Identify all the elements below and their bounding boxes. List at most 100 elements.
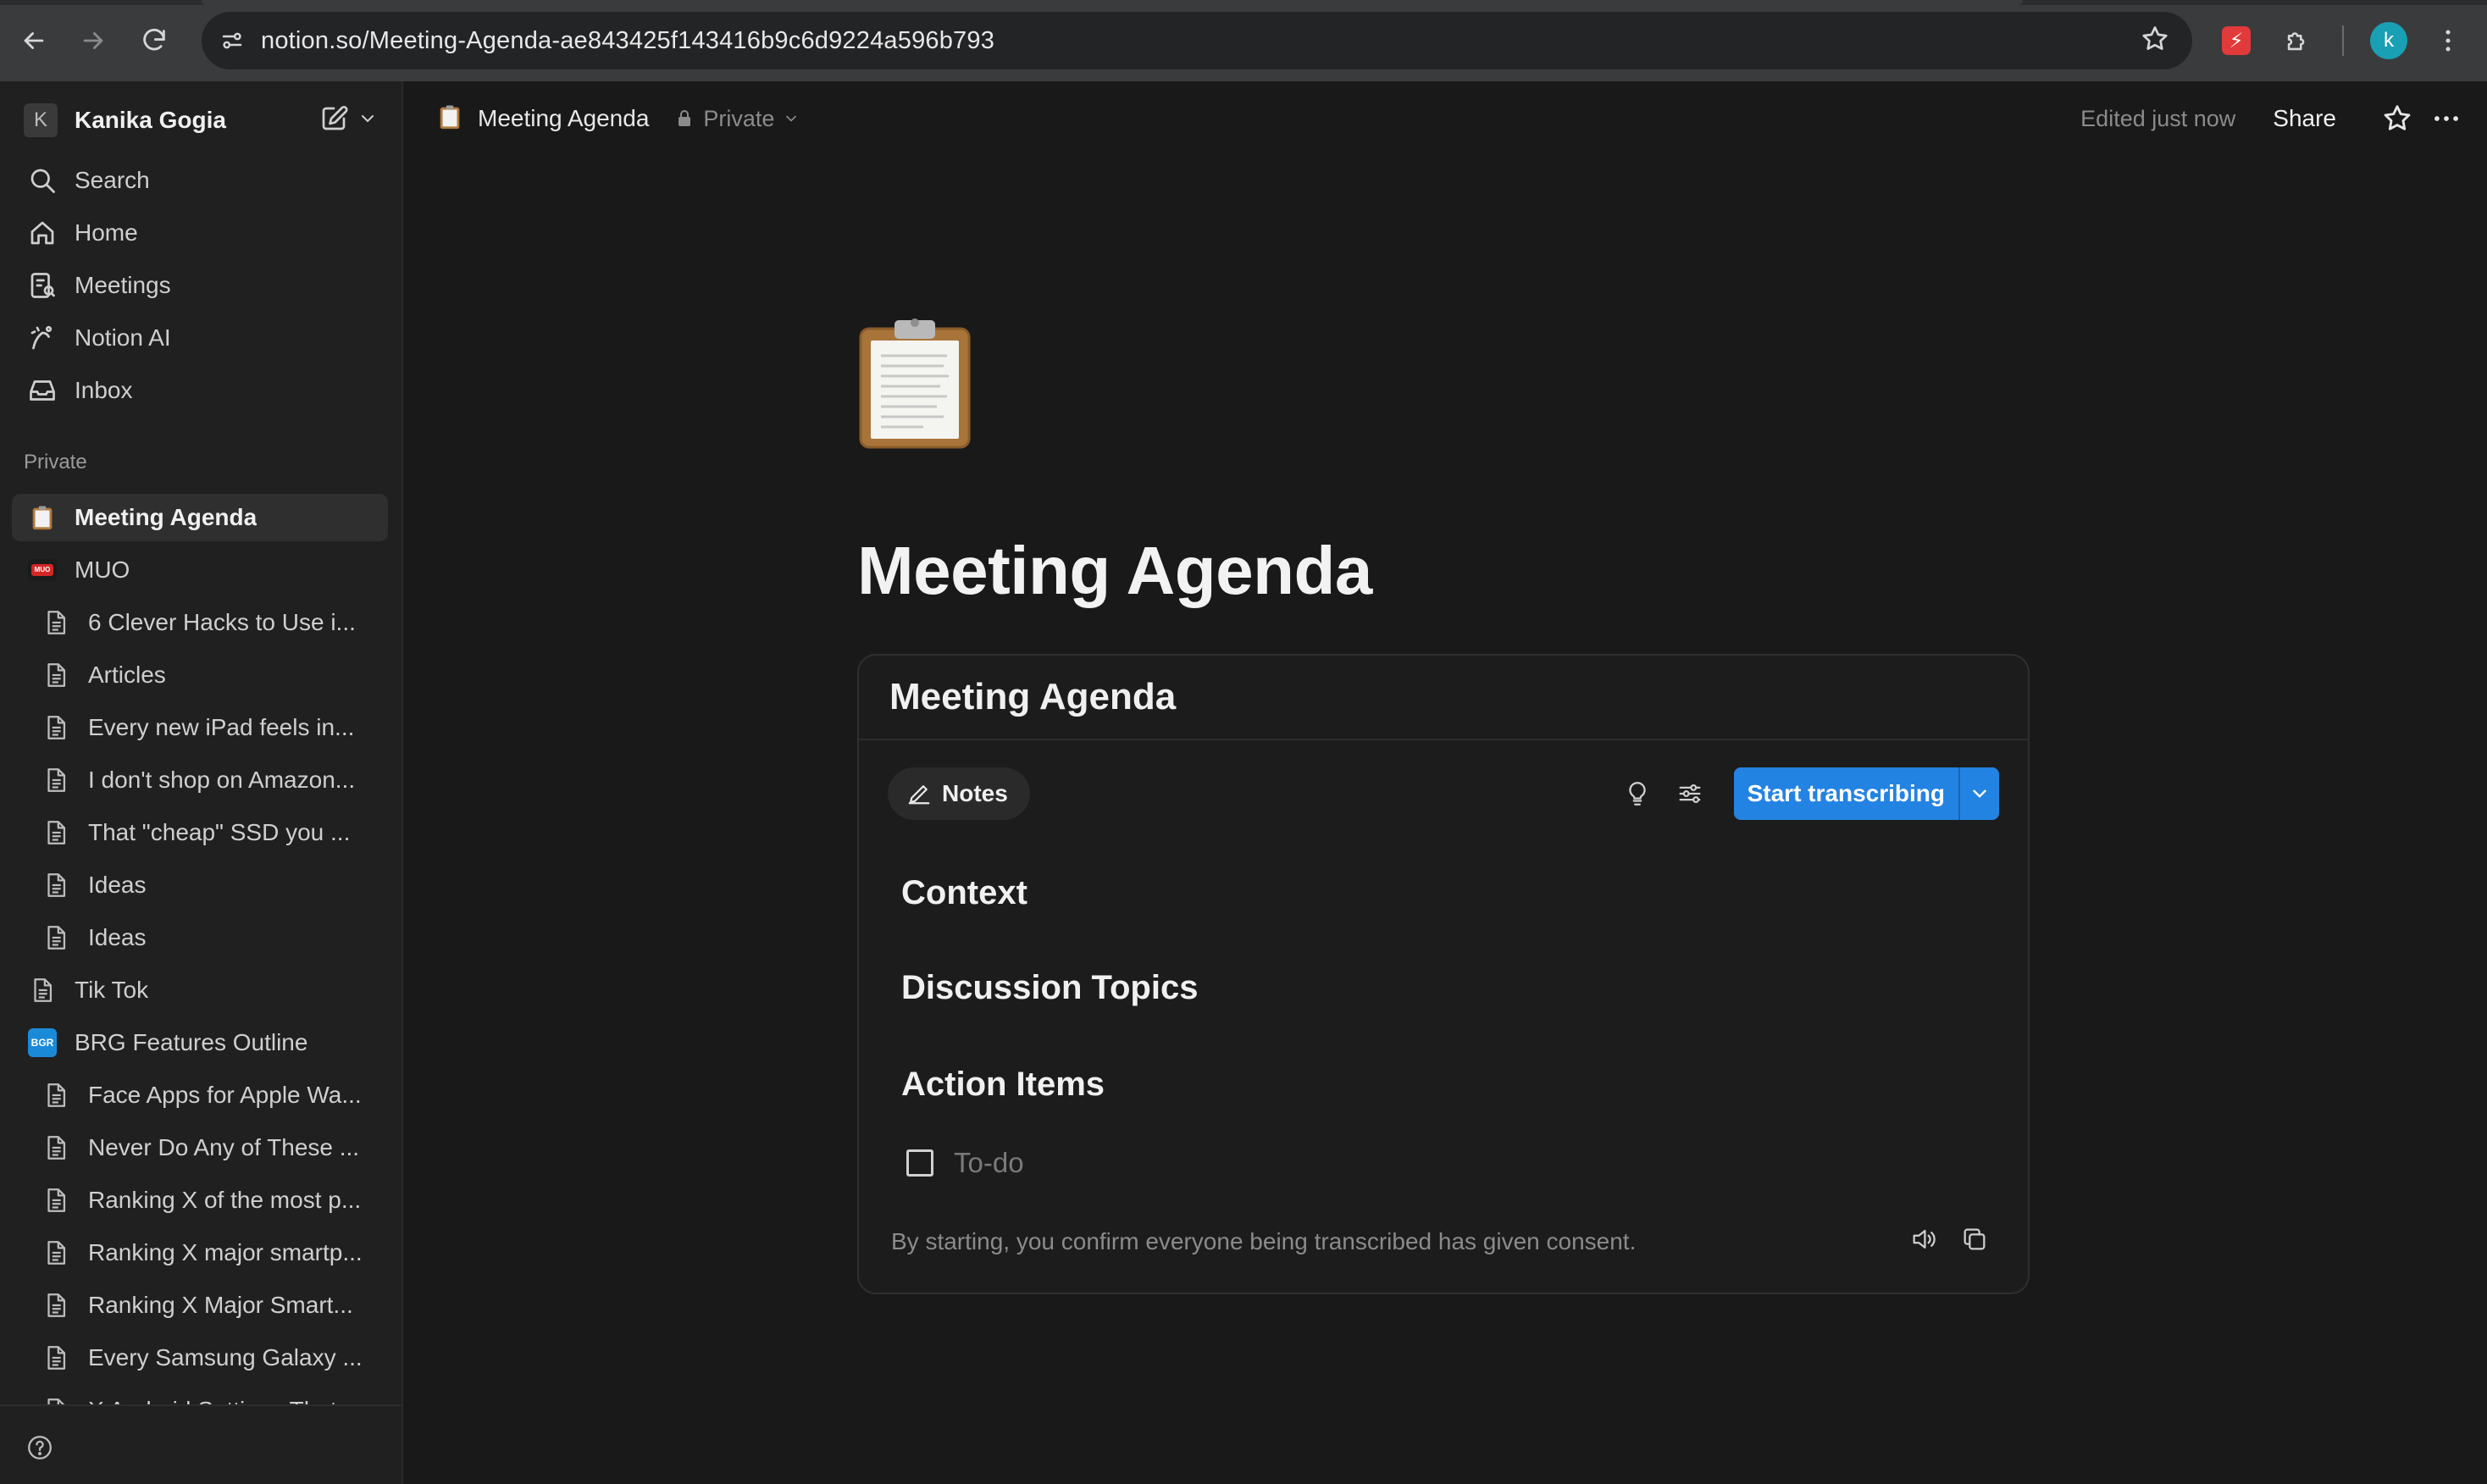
sidebar-page[interactable]: 6 Clever Hacks to Use i... <box>12 599 388 646</box>
pencil-icon <box>908 785 930 805</box>
lock-icon <box>679 110 691 126</box>
privacy-selector[interactable]: Private <box>674 106 808 132</box>
sidebar-page-label: Tik Tok <box>75 977 149 1003</box>
speaker-icon[interactable] <box>1904 1220 1943 1259</box>
reload-icon[interactable] <box>136 22 173 59</box>
page-icon <box>39 1078 73 1112</box>
chevron-down-icon[interactable] <box>357 108 378 133</box>
active-tab-edge <box>202 0 2023 5</box>
todo-item: To-do <box>906 1147 1024 1179</box>
sidebar-page[interactable]: Ideas <box>12 914 388 961</box>
forward-icon[interactable] <box>75 22 112 59</box>
help-icon[interactable] <box>25 1433 54 1462</box>
clipboard-icon <box>25 501 59 534</box>
profile-avatar[interactable]: k <box>2370 22 2407 59</box>
clipboard-icon <box>435 102 464 136</box>
page-title[interactable]: Meeting Agenda <box>857 532 1372 610</box>
todo-placeholder[interactable]: To-do <box>954 1147 1024 1179</box>
sidebar-inbox[interactable]: Inbox <box>12 367 388 414</box>
page-icon <box>39 763 73 797</box>
start-transcribing-button[interactable]: Start transcribing <box>1734 767 1958 820</box>
sidebar-page[interactable]: Ranking X Major Smart... <box>12 1282 388 1329</box>
sidebar-page-label: Never Do Any of These ... <box>88 1134 360 1160</box>
sidebar-page[interactable]: Never Do Any of These ... <box>12 1124 388 1171</box>
sidebar-page-label: Ideas <box>88 872 147 898</box>
heading-context[interactable]: Context <box>901 874 1027 912</box>
sidebar-page[interactable]: I don't shop on Amazon... <box>12 756 388 804</box>
tab-strip <box>0 0 2487 5</box>
bookmark-star-icon[interactable] <box>2140 24 2174 58</box>
bgr-logo-icon: BGR <box>25 1026 59 1060</box>
muo-logo-icon: MUO <box>25 553 59 587</box>
sidebar-page-label: That "cheap" SSD you ... <box>88 819 351 845</box>
sidebar-page-label: Face Apps for Apple Wa... <box>88 1082 362 1108</box>
sidebar-page-meeting-agenda[interactable]: Meeting Agenda <box>12 494 388 541</box>
sidebar-page-label: MUO <box>75 556 130 583</box>
sidebar-page[interactable]: Ranking X major smartp... <box>12 1229 388 1276</box>
chevron-down-icon <box>786 115 797 122</box>
sidebar-page[interactable]: Face Apps for Apple Wa... <box>12 1071 388 1119</box>
toolbar-separator <box>2342 25 2344 56</box>
sidebar-meetings[interactable]: Meetings <box>12 262 388 309</box>
new-page-icon[interactable] <box>318 103 349 138</box>
sidebar-page[interactable]: Ideas <box>12 861 388 909</box>
sidebar-page[interactable]: Articles <box>12 651 388 699</box>
sidebar-page[interactable]: That "cheap" SSD you ... <box>12 809 388 856</box>
sidebar-page-label: 6 Clever Hacks to Use i... <box>88 609 356 635</box>
sidebar-page[interactable]: Every new iPad feels in... <box>12 704 388 751</box>
page-icon <box>39 658 73 692</box>
sidebar-nav-label: Inbox <box>75 377 133 403</box>
page-icon <box>39 1131 73 1165</box>
settings-sliders-icon[interactable] <box>1670 773 1710 814</box>
section-label-private: Private <box>24 451 87 473</box>
breadcrumb[interactable]: Meeting Agenda Private <box>435 98 808 139</box>
sidebar-search[interactable]: Search <box>12 157 388 204</box>
extension-bolt-icon[interactable]: ⚡ <box>2218 22 2255 59</box>
sidebar-page-tik-tok[interactable]: Tik Tok <box>12 966 388 1014</box>
browser-menu-icon[interactable] <box>2429 22 2467 59</box>
sidebar-nav-label: Notion AI <box>75 324 171 351</box>
transcribe-options-chevron-icon[interactable] <box>1960 767 1999 820</box>
sidebar-page-label: BRG Features Outline <box>75 1029 308 1055</box>
consent-notice: By starting, you confirm everyone being … <box>891 1228 1637 1254</box>
page-icon <box>39 711 73 745</box>
heading-discussion-topics[interactable]: Discussion Topics <box>901 969 1198 1007</box>
copy-icon[interactable] <box>1955 1220 1994 1259</box>
lightbulb-icon[interactable] <box>1617 773 1658 814</box>
sidebar-notion-ai[interactable]: Notion AI <box>12 314 388 362</box>
back-icon[interactable] <box>15 22 53 59</box>
page-clipboard-icon[interactable] <box>856 315 974 451</box>
sidebar-nav-label: Home <box>75 219 138 246</box>
topbar-actions: Edited just now Share <box>2080 98 2465 139</box>
page-icon <box>39 1183 73 1217</box>
sidebar-page-label: Every Samsung Galaxy ... <box>88 1344 363 1370</box>
more-options-icon[interactable] <box>2428 100 2465 137</box>
sidebar-page-label: Ranking X of the most p... <box>88 1187 362 1213</box>
site-settings-icon[interactable] <box>215 24 249 58</box>
meeting-block-title[interactable]: Meeting Agenda <box>889 676 1176 718</box>
edited-status: Edited just now <box>2080 105 2236 131</box>
breadcrumb-page-title[interactable]: Meeting Agenda <box>478 105 649 132</box>
todo-checkbox[interactable] <box>906 1149 933 1177</box>
sidebar-home[interactable]: Home <box>12 209 388 257</box>
sidebar-page-muo[interactable]: MUO MUO <box>12 546 388 594</box>
share-button[interactable]: Share <box>2273 105 2336 132</box>
workspace-actions <box>318 103 378 138</box>
inbox-icon <box>24 372 61 409</box>
notes-tab[interactable]: Notes <box>888 767 1030 820</box>
sidebar-page-label: I don't shop on Amazon... <box>88 767 356 793</box>
address-bar[interactable]: notion.so/Meeting-Agenda-ae843425f143416… <box>202 12 2192 69</box>
browser-toolbar: notion.so/Meeting-Agenda-ae843425f143416… <box>0 0 2487 81</box>
heading-action-items[interactable]: Action Items <box>901 1066 1105 1104</box>
meeting-tools: Start transcribing <box>1617 767 1999 820</box>
workspace-switcher[interactable]: K Kanika Gogia <box>24 102 226 139</box>
workspace-name: Kanika Gogia <box>75 107 226 133</box>
sidebar-page[interactable]: Ranking X of the most p... <box>12 1177 388 1224</box>
block-divider <box>859 739 2028 740</box>
sidebar-page-brg-features[interactable]: BGR BRG Features Outline <box>12 1019 388 1066</box>
extensions-puzzle-icon[interactable] <box>2279 22 2316 59</box>
page-icon <box>25 973 59 1007</box>
favorite-star-icon[interactable] <box>2379 100 2416 137</box>
page-icon <box>39 606 73 640</box>
sidebar-page[interactable]: Every Samsung Galaxy ... <box>12 1334 388 1382</box>
